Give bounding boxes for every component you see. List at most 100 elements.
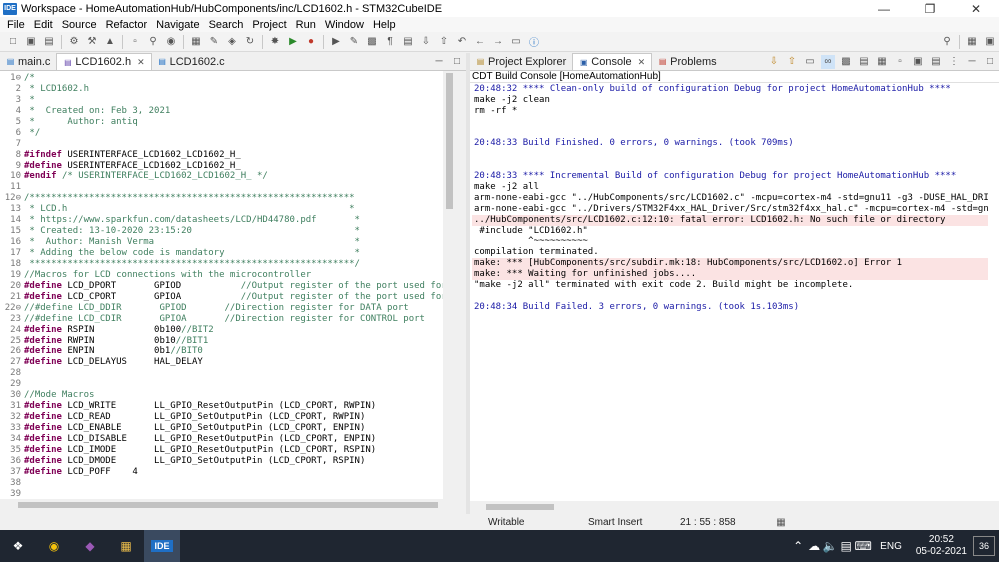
pin-console-icon[interactable]: ▫ [893, 55, 907, 69]
menu-search[interactable]: Search [206, 19, 250, 31]
bug-icon[interactable]: ✸ [268, 35, 282, 49]
code-line[interactable]: 9 #define USERINTERFACE_LCD1602_LCD1602_H… [0, 161, 443, 172]
close-icon[interactable]: ✕ [638, 57, 646, 68]
menu-run[interactable]: Run [293, 19, 322, 31]
network-icon[interactable]: ▤ [838, 530, 854, 562]
code-line[interactable]: 36 #define LCD_DMODE LL_GPIO_SetOutputPin… [0, 456, 443, 467]
restore-button[interactable]: ❐ [907, 0, 953, 17]
menu-refactor[interactable]: Refactor [103, 19, 154, 31]
info-icon[interactable]: ⓘ [527, 35, 541, 49]
tab-console[interactable]: ▣ Console ✕ [572, 53, 653, 70]
clear-console-icon[interactable]: ▦ [875, 55, 889, 69]
code-line[interactable]: 21 #define LCD_CPORT GPIOA //Output regis… [0, 292, 443, 303]
open-console-icon[interactable]: ▤ [929, 55, 943, 69]
code-line[interactable]: 19//Macros for LCD connections with the … [0, 270, 443, 281]
code-line[interactable]: 29 [0, 379, 443, 390]
prev-annotation-icon[interactable]: ⇧ [437, 35, 451, 49]
scrollbar-thumb[interactable] [446, 73, 453, 209]
minimize-view-icon[interactable]: ─ [965, 55, 979, 69]
search-icon[interactable]: ⚲ [146, 35, 160, 49]
last-edit-icon[interactable]: ↶ [455, 35, 469, 49]
code-line[interactable]: 38 [0, 478, 443, 489]
code-line[interactable]: 12⊖/************************************… [0, 193, 443, 204]
code-line[interactable]: 23//#define LCD_CDIR GPIOA //Direction r… [0, 314, 443, 325]
open-folder-icon[interactable]: ▦ [189, 35, 203, 49]
scrollbar-thumb[interactable] [18, 502, 438, 508]
link-icon[interactable]: ∞ [821, 54, 835, 69]
tab-lcd1602-c[interactable]: ▤ LCD1602.c [152, 53, 231, 70]
maximize-view-icon[interactable]: □ [983, 55, 997, 69]
external-run-icon[interactable]: ▶ [329, 35, 343, 49]
code-line[interactable]: 27 #define LCD_DELAYUS HAL_DELAY [0, 357, 443, 368]
block-select-icon[interactable]: ▤ [401, 35, 415, 49]
chevron-up-icon[interactable]: ⌃ [790, 530, 806, 562]
code-line[interactable]: 18 *************************************… [0, 259, 443, 270]
pen-icon[interactable]: ✎ [347, 35, 361, 49]
perspective-icon[interactable]: ▦ [965, 35, 979, 49]
menu-project[interactable]: Project [249, 19, 292, 31]
editor-vertical-scrollbar[interactable] [443, 71, 456, 499]
down-arrow-icon[interactable]: ⇩ [767, 55, 781, 69]
tab-problems[interactable]: ▤ Problems [652, 53, 722, 70]
menu-source[interactable]: Source [59, 19, 103, 31]
search-icon[interactable]: ⚲ [940, 35, 954, 49]
code-line[interactable]: 13 * LCD.h * [0, 204, 443, 215]
status-insert-mode[interactable]: Smart Insert [588, 517, 680, 528]
cpp-perspective-icon[interactable]: ▣ [983, 35, 997, 49]
console-settings-icon[interactable]: ▩ [839, 55, 853, 69]
save-all-icon[interactable]: ▤ [42, 35, 56, 49]
save-icon[interactable]: ▣ [24, 35, 38, 49]
code-line[interactable]: 15 * Created: 13-10-2020 23:15:20 * [0, 226, 443, 237]
debug-icon[interactable]: ◉ [164, 35, 178, 49]
show-whitespace-icon[interactable]: ¶ [383, 35, 397, 49]
copy-icon[interactable]: ▭ [803, 55, 817, 69]
code-line[interactable]: 20 #define LCD_DPORT GPIOD //Output regis… [0, 281, 443, 292]
menu-navigate[interactable]: Navigate [153, 19, 205, 31]
code-line[interactable]: 17 * Adding the below code is mandatory … [0, 248, 443, 259]
windows-start-icon[interactable]: ❖ [0, 530, 36, 562]
menu-edit[interactable]: Edit [31, 19, 59, 31]
notification-badge[interactable]: 36 [973, 536, 995, 556]
stm32cubeide-taskbar-icon[interactable]: IDE [144, 530, 180, 562]
tab-project-explorer[interactable]: ▤ Project Explorer [470, 53, 572, 70]
menu-file[interactable]: File [4, 19, 31, 31]
minimize-button[interactable]: — [861, 0, 907, 17]
next-annotation-icon[interactable]: ⇩ [419, 35, 433, 49]
language-indicator[interactable]: ENG [872, 541, 910, 552]
code-line[interactable]: 11 [0, 182, 443, 193]
tab-main-c[interactable]: ▤ main.c [0, 53, 56, 70]
file-icon[interactable]: ▫ [128, 35, 142, 49]
code-line[interactable]: 10 #endif /* USERINTERFACE_LCD1602_LCD160… [0, 171, 443, 182]
code-line[interactable]: 22⊖//#define LCD_DDIR GPIOD //Direction … [0, 303, 443, 314]
menu-help[interactable]: Help [370, 19, 402, 31]
view-menu-icon[interactable]: ⋮ [947, 55, 961, 69]
build-hammer-icon[interactable]: ⚒ [85, 35, 99, 49]
code-line[interactable]: 2 * LCD1602.h [0, 84, 443, 95]
refresh-icon[interactable]: ↻ [243, 35, 257, 49]
code-line[interactable]: 4 * Created on: Feb 3, 2021 [0, 106, 443, 117]
run-icon[interactable]: ▶ [286, 35, 300, 49]
code-line[interactable]: 32 #define LCD_READ LL_GPIO_SetOutputPin … [0, 412, 443, 423]
code-line[interactable]: 28 [0, 368, 443, 379]
minimize-view-icon[interactable]: ─ [432, 55, 446, 69]
editor-horizontal-scrollbar[interactable] [0, 499, 456, 511]
keyboard-icon[interactable]: ⌨ [854, 530, 872, 562]
build-status-icon[interactable]: ▦ [774, 515, 788, 529]
back-arrow-icon[interactable]: ← [473, 35, 487, 49]
maximize-view-icon[interactable]: □ [450, 55, 464, 69]
app-icon[interactable]: ◆ [72, 530, 108, 562]
chrome-icon[interactable]: ◉ [36, 530, 72, 562]
display-console-icon[interactable]: ▣ [911, 55, 925, 69]
forward-arrow-icon[interactable]: → [491, 35, 505, 49]
clean-icon[interactable]: ▲ [103, 35, 117, 49]
code-line[interactable]: 25 #define RWPIN 0b10//BIT1 [0, 336, 443, 347]
close-icon[interactable]: ✕ [137, 57, 145, 68]
tab-lcd1602-h[interactable]: ▤ LCD1602.h ✕ [56, 53, 152, 70]
code-line[interactable]: 14 * https://www.sparkfun.com/datasheets… [0, 215, 443, 226]
code-line[interactable]: 33 #define LCD_ENABLE LL_GPIO_SetOutputPi… [0, 423, 443, 434]
code-line[interactable]: 26 #define ENPIN 0b1//BIT0 [0, 346, 443, 357]
settings-icon[interactable]: ⚙ [67, 35, 81, 49]
code-line[interactable]: 16 * Author: Manish Verma * [0, 237, 443, 248]
stop-icon[interactable]: ● [304, 35, 318, 49]
code-editor[interactable]: 1⊖/* 2 * LCD1602.h 3 * 4 * Created on: Feb … [0, 71, 456, 499]
